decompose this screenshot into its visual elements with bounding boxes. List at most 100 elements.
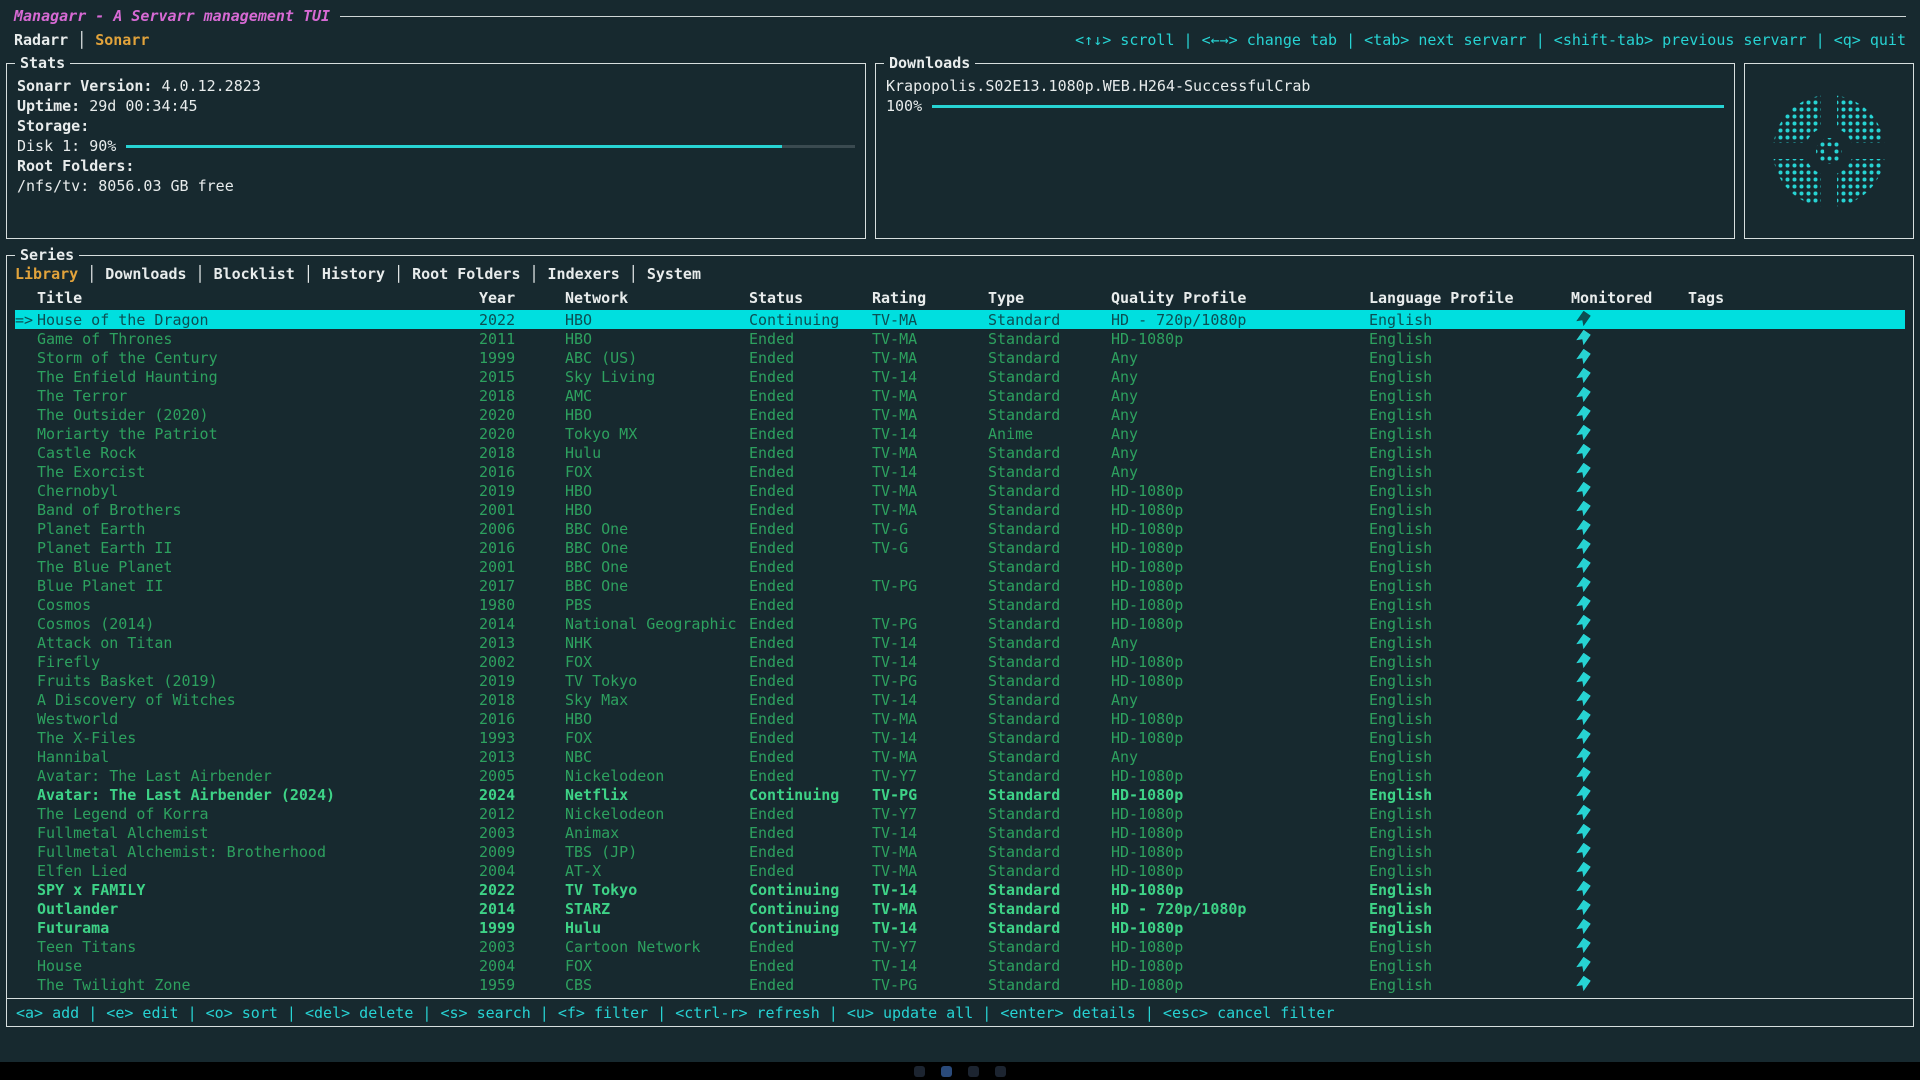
series-row[interactable]: Blue Planet II2017BBC OneEndedTV-PGStand… [15,576,1905,595]
cell-rating: TV-MA [872,900,988,918]
taskbar [0,1062,1920,1080]
cell-type: Standard [988,596,1111,614]
cell-rating: TV-Y7 [872,805,988,823]
cell-type: Standard [988,805,1111,823]
series-row[interactable]: Band of Brothers2001HBOEndedTV-MAStandar… [15,500,1905,519]
cell-monitored [1571,368,1688,386]
series-row[interactable]: Planet Earth II2016BBC OneEndedTV-GStand… [15,538,1905,557]
cell-quality: HD-1080p [1111,520,1369,538]
cell-monitored [1571,520,1688,538]
series-tab-blocklist[interactable]: Blocklist [214,265,295,283]
series-row[interactable]: Hannibal2013NBCEndedTV-MAStandardAnyEngl… [15,747,1905,766]
cell-network: HBO [565,710,749,728]
cell-network: Animax [565,824,749,842]
disk-usage-bar [126,145,855,148]
cell-status: Ended [749,482,872,500]
cell-type: Standard [988,577,1111,595]
monitored-bookmark-icon [1576,482,1591,497]
cell-rating: TV-14 [872,425,988,443]
cell-quality: HD - 720p/1080p [1111,900,1369,918]
series-tab-root-folders[interactable]: Root Folders [412,265,520,283]
series-tab-system[interactable]: System [647,265,701,283]
series-tab-library[interactable]: Library [15,265,78,283]
series-row[interactable]: The X-Files1993FOXEndedTV-14StandardHD-1… [15,728,1905,747]
managarr-logo-icon [1763,85,1895,217]
series-row[interactable]: Cosmos (2014)2014National GeographicEnde… [15,614,1905,633]
series-row[interactable]: The Twilight Zone1959CBSEndedTV-PGStanda… [15,975,1905,994]
series-row[interactable]: Moriarty the Patriot2020Tokyo MXEndedTV-… [15,424,1905,443]
cell-quality: HD-1080p [1111,938,1369,956]
cell-status: Ended [749,634,872,652]
series-row[interactable]: Teen Titans2003Cartoon NetworkEndedTV-Y7… [15,937,1905,956]
cell-monitored [1571,881,1688,899]
series-row[interactable]: Elfen Lied2004AT-XEndedTV-MAStandardHD-1… [15,861,1905,880]
cell-network: TBS (JP) [565,843,749,861]
series-row[interactable]: =>House of the Dragon2022HBOContinuingTV… [15,310,1905,329]
series-tab-downloads[interactable]: Downloads [105,265,186,283]
cell-quality: Any [1111,406,1369,424]
series-row[interactable]: Futurama1999HuluContinuingTV-14StandardH… [15,918,1905,937]
series-panel: Series Library│Downloads│Blocklist│Histo… [6,255,1914,1027]
series-row[interactable]: The Enfield Haunting2015Sky LivingEndedT… [15,367,1905,386]
series-row[interactable]: The Blue Planet2001BBC OneEndedStandardH… [15,557,1905,576]
monitored-bookmark-icon [1576,349,1591,364]
series-row[interactable]: Firefly2002FOXEndedTV-14StandardHD-1080p… [15,652,1905,671]
servarr-tab-radarr[interactable]: Radarr [14,31,68,49]
series-row[interactable]: Avatar: The Last Airbender2005Nickelodeo… [15,766,1905,785]
series-row[interactable]: Cosmos1980PBSEndedStandardHD-1080pEnglis… [15,595,1905,614]
series-row[interactable]: The Legend of Korra2012NickelodeonEndedT… [15,804,1905,823]
series-row[interactable]: Fullmetal Alchemist: Brotherhood2009TBS … [15,842,1905,861]
taskbar-icon[interactable] [968,1066,979,1077]
series-row[interactable]: The Outsider (2020)2020HBOEndedTV-MAStan… [15,405,1905,424]
taskbar-icon[interactable] [995,1066,1006,1077]
series-row[interactable]: A Discovery of Witches2018Sky MaxEndedTV… [15,690,1905,709]
cell-rating: TV-Y7 [872,938,988,956]
series-row[interactable]: Planet Earth2006BBC OneEndedTV-GStandard… [15,519,1905,538]
cell-title: The Outsider (2020) [37,406,479,424]
series-row[interactable]: House2004FOXEndedTV-14StandardHD-1080pEn… [15,956,1905,975]
cell-network: STARZ [565,900,749,918]
series-row[interactable]: Chernobyl2019HBOEndedTV-MAStandardHD-108… [15,481,1905,500]
monitored-bookmark-icon [1576,311,1591,326]
taskbar-icon[interactable] [914,1066,925,1077]
cell-type: Standard [988,634,1111,652]
cell-status: Ended [749,710,872,728]
cell-title: Castle Rock [37,444,479,462]
series-row[interactable]: Game of Thrones2011HBOEndedTV-MAStandard… [15,329,1905,348]
cell-language: English [1369,881,1571,899]
cell-network: AMC [565,387,749,405]
downloads-panel-title: Downloads [884,55,975,71]
cell-title: Westworld [37,710,479,728]
cell-title: The Legend of Korra [37,805,479,823]
cell-language: English [1369,748,1571,766]
cell-year: 2017 [479,577,565,595]
cell-year: 2001 [479,501,565,519]
cell-status: Ended [749,957,872,975]
monitored-bookmark-icon [1576,330,1591,345]
series-row[interactable]: SPY x FAMILY2022TV TokyoContinuingTV-14S… [15,880,1905,899]
cell-year: 2001 [479,558,565,576]
cell-monitored [1571,311,1688,329]
taskbar-icon[interactable] [941,1066,952,1077]
cell-status: Ended [749,748,872,766]
series-row[interactable]: The Exorcist2016FOXEndedTV-14StandardAny… [15,462,1905,481]
servarr-tab-sonarr[interactable]: Sonarr [95,31,149,49]
cell-type: Standard [988,691,1111,709]
cell-year: 2012 [479,805,565,823]
series-row[interactable]: Attack on Titan2013NHKEndedTV-14Standard… [15,633,1905,652]
series-row[interactable]: Storm of the Century1999ABC (US)EndedTV-… [15,348,1905,367]
series-tab-indexers[interactable]: Indexers [548,265,620,283]
cell-network: TV Tokyo [565,672,749,690]
monitored-bookmark-icon [1576,653,1591,668]
series-row[interactable]: Castle Rock2018HuluEndedTV-MAStandardAny… [15,443,1905,462]
series-row[interactable]: The Terror2018AMCEndedTV-MAStandardAnyEn… [15,386,1905,405]
column-header-monitored: Monitored [1571,289,1688,307]
series-row[interactable]: Avatar: The Last Airbender (2024)2024Net… [15,785,1905,804]
series-tab-history[interactable]: History [322,265,385,283]
monitored-bookmark-icon [1576,406,1591,421]
series-row[interactable]: Westworld2016HBOEndedTV-MAStandardHD-108… [15,709,1905,728]
series-row[interactable]: Fullmetal Alchemist2003AnimaxEndedTV-14S… [15,823,1905,842]
series-row[interactable]: Outlander2014STARZContinuingTV-MAStandar… [15,899,1905,918]
monitored-bookmark-icon [1576,558,1591,573]
series-row[interactable]: Fruits Basket (2019)2019TV TokyoEndedTV-… [15,671,1905,690]
